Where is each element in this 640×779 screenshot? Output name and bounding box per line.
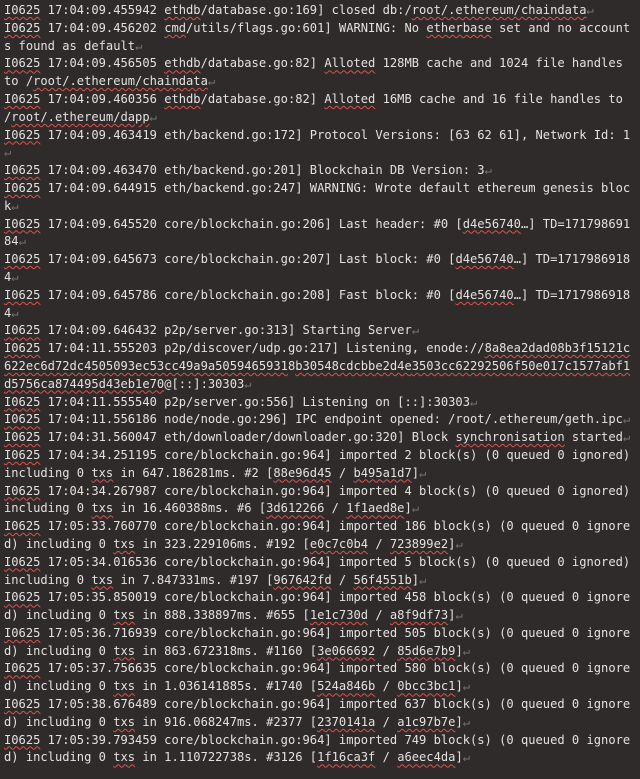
log-line: I0625 17:04:34.267987 core/blockchain.go… bbox=[4, 483, 636, 519]
log-line: I0625 17:04:34.251195 core/blockchain.go… bbox=[4, 447, 636, 483]
log-line: I0625 17:04:09.645520 core/blockchain.go… bbox=[4, 216, 636, 252]
log-line: I0625 17:05:39.793459 core/blockchain.go… bbox=[4, 732, 636, 768]
log-line: I0625 17:05:36.716939 core/blockchain.go… bbox=[4, 625, 636, 661]
log-line: I0625 17:04:09.460356 ethdb/database.go:… bbox=[4, 91, 636, 127]
log-line: I0625 17:04:09.644915 eth/backend.go:247… bbox=[4, 180, 636, 216]
log-line: I0625 17:05:34.016536 core/blockchain.go… bbox=[4, 554, 636, 590]
log-line: I0625 17:04:09.456505 ethdb/database.go:… bbox=[4, 55, 636, 91]
log-line: I0625 17:04:11.555540 p2p/server.go:556]… bbox=[4, 394, 636, 412]
log-line: I0625 17:04:09.645673 core/blockchain.go… bbox=[4, 251, 636, 287]
log-line: I0625 17:04:09.463419 eth/backend.go:172… bbox=[4, 127, 636, 163]
log-line: I0625 17:04:09.456202 cmd/utils/flags.go… bbox=[4, 20, 636, 56]
log-line: I0625 17:05:37.756635 core/blockchain.go… bbox=[4, 660, 636, 696]
log-line: I0625 17:04:09.645786 core/blockchain.go… bbox=[4, 287, 636, 323]
log-line: I0625 17:04:09.455942 ethdb/database.go:… bbox=[4, 2, 636, 20]
log-line: I0625 17:05:33.760770 core/blockchain.go… bbox=[4, 518, 636, 554]
log-line: I0625 17:04:09.463470 eth/backend.go:201… bbox=[4, 162, 636, 180]
log-line: I0625 17:04:11.555203 p2p/discover/udp.g… bbox=[4, 340, 636, 393]
log-output: I0625 17:04:09.455942 ethdb/database.go:… bbox=[4, 2, 636, 767]
log-line: I0625 17:05:35.850019 core/blockchain.go… bbox=[4, 589, 636, 625]
log-line: I0625 17:05:38.676489 core/blockchain.go… bbox=[4, 696, 636, 732]
log-line: I0625 17:04:11.556186 node/node.go:296] … bbox=[4, 411, 636, 429]
log-line: I0625 17:04:31.560047 eth/downloader/dow… bbox=[4, 429, 636, 447]
log-line: I0625 17:04:09.646432 p2p/server.go:313]… bbox=[4, 322, 636, 340]
